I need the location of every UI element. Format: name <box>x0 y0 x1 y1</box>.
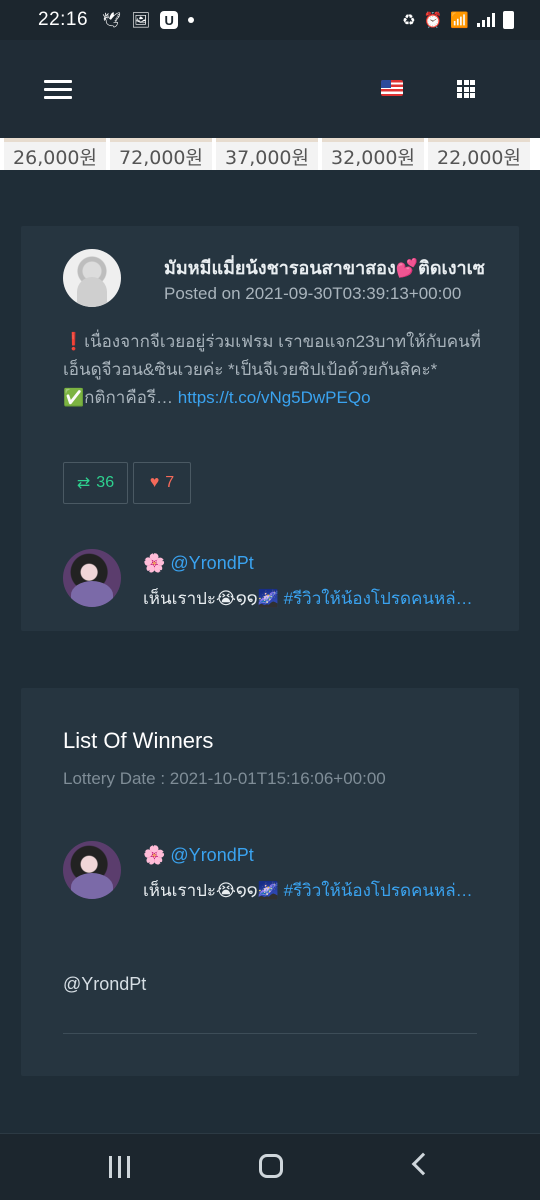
winner-avatar[interactable] <box>63 841 121 899</box>
winners-card: List Of Winners Lottery Date : 2021-10-0… <box>21 688 519 1076</box>
top-navbar <box>0 40 540 138</box>
divider <box>63 1033 477 1034</box>
back-icon[interactable] <box>411 1152 435 1176</box>
posted-on: Posted on 2021-09-30T03:39:13+00:00 <box>164 284 462 303</box>
reply-hashtag[interactable]: #รีวิวให้น้องโปรดคนหล่… <box>284 589 473 608</box>
price-item[interactable]: 26,000원 <box>4 138 106 170</box>
retweet-icon: ⇄ <box>76 475 91 492</box>
reply-handle[interactable]: 🌸 @YrondPt <box>143 553 254 574</box>
post-card: มัมหมีแมี่ยน้งชารอนสาขาสอง💕ติดเงาเซ Post… <box>21 226 519 631</box>
price-item[interactable]: 72,000원 <box>110 138 212 170</box>
retweet-button[interactable]: ⇄ 36 <box>63 462 128 504</box>
post-rules-text: ✅กติกาคือรี… <box>63 388 174 407</box>
status-time: 22:16 <box>38 9 89 30</box>
system-nav-bar <box>0 1133 540 1200</box>
winner-entry-handle[interactable]: 🌸 @YrondPt <box>143 845 254 866</box>
price-strip: 26,000원 72,000원 37,000원 32,000원 22,000원 <box>0 138 540 170</box>
menu-icon[interactable] <box>44 80 72 100</box>
bird-icon: 🕊 <box>102 12 122 29</box>
notification-icons: 🕊 🖼 U <box>102 11 195 29</box>
reply-text: เห็นเราปะ😭໑໑🌌 #รีวิวให้น้องโปรดคนหล่… <box>143 585 473 612</box>
us-flag-icon[interactable] <box>381 80 403 96</box>
retweet-count: 36 <box>96 474 115 491</box>
winners-title: List Of Winners <box>63 728 214 753</box>
winner-entry-text: เห็นเราปะ😭໑໑🌌 #รีวิวให้น้องโปรดคนหล่… <box>143 877 473 904</box>
winner-entry-body: เห็นเราปะ😭໑໑🌌 <box>143 881 279 900</box>
wifi-icon: 📶 <box>450 12 469 29</box>
recent-apps-icon[interactable] <box>109 1156 131 1178</box>
like-button[interactable]: ♥ 7 <box>133 462 191 504</box>
winner-entry-hashtag[interactable]: #รีวิวให้น้องโปรดคนหล่… <box>284 881 473 900</box>
dot-icon <box>188 17 195 23</box>
post-body: ❗เนื่องจากจีเวยอยู่ร่วมเฟรม เราขอแจก23บา… <box>63 328 503 412</box>
reply-text-body: เห็นเราปะ😭໑໑🌌 <box>143 589 279 608</box>
post-link[interactable]: https://t.co/vNg5DwPEQo <box>178 388 371 407</box>
poster-avatar[interactable] <box>63 249 121 307</box>
heart-icon: ♥ <box>149 474 160 491</box>
battery-saver-icon: ♻ <box>402 12 416 29</box>
price-item[interactable]: 22,000원 <box>428 138 530 170</box>
price-item[interactable]: 32,000원 <box>322 138 424 170</box>
winner-handle: @YrondPt <box>63 974 147 994</box>
apps-grid-icon[interactable] <box>457 80 475 98</box>
status-bar: 22:16 🕊 🖼 U ♻ ⏰ 📶 <box>0 0 540 40</box>
post-body-rules: ✅กติกาคือรี… https://t.co/vNg5DwPEQo <box>63 384 503 412</box>
image-icon: 🖼 <box>131 12 151 29</box>
post-body-text: ❗เนื่องจากจีเวยอยู่ร่วมเฟรม เราขอแจก23บา… <box>63 332 481 379</box>
system-icons: ♻ ⏰ 📶 <box>402 11 514 29</box>
alarm-icon: ⏰ <box>423 12 443 29</box>
battery-icon <box>503 11 514 29</box>
home-icon[interactable] <box>259 1154 283 1178</box>
reply-avatar[interactable] <box>63 549 121 607</box>
signal-icon <box>477 13 495 27</box>
lottery-date: Lottery Date : 2021-10-01T15:16:06+00:00 <box>63 769 386 788</box>
poster-name[interactable]: มัมหมีแมี่ยน้งชารอนสาขาสอง💕ติดเงาเซ <box>164 253 504 282</box>
u-app-icon: U <box>160 11 179 29</box>
like-count: 7 <box>165 474 175 491</box>
price-item[interactable]: 37,000원 <box>216 138 318 170</box>
